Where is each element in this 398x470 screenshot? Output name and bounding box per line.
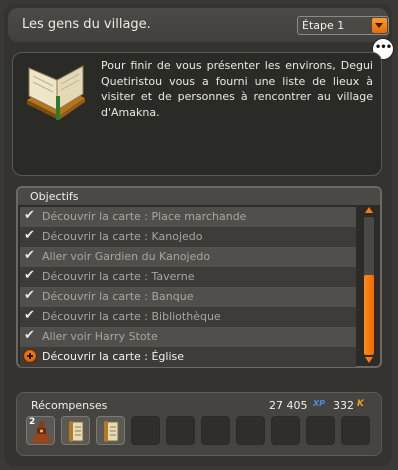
objective-text: Découvrir la carte : Bibliothèque bbox=[42, 310, 221, 323]
chevron-down-icon[interactable] bbox=[372, 18, 387, 33]
reward-slot[interactable] bbox=[61, 416, 90, 445]
quest-header: Les gens du village. Étape 1 bbox=[8, 8, 389, 42]
objective-text: Aller voir Harry Stote bbox=[42, 330, 158, 343]
objective-text: Découvrir la carte : Kanojedo bbox=[42, 230, 203, 243]
checkmark-icon: ✔ bbox=[24, 328, 35, 343]
empty-reward-slot bbox=[236, 416, 265, 445]
rewards-panel: Récompenses 27 405 XP 332 K 2 bbox=[16, 392, 382, 456]
quest-description-panel: Pour finir de vous présenter les environ… bbox=[12, 52, 382, 176]
scroll-item-icon bbox=[104, 421, 119, 442]
quest-title: Les gens du village. bbox=[22, 17, 151, 32]
empty-reward-slot bbox=[271, 416, 300, 445]
objectives-panel: Objectifs ✔ Découvrir la carte : Place m… bbox=[16, 186, 382, 368]
objective-text: Découvrir la carte : Taverne bbox=[42, 270, 195, 283]
objectives-label: Objectifs bbox=[30, 190, 79, 203]
step-dropdown-value: Étape 1 bbox=[302, 19, 345, 32]
empty-reward-slot bbox=[201, 416, 230, 445]
xp-value: 27 405 bbox=[269, 399, 308, 412]
empty-reward-slot bbox=[166, 416, 195, 445]
scroll-down-arrow-icon[interactable] bbox=[365, 357, 373, 363]
scrollbar-thumb[interactable] bbox=[364, 275, 374, 355]
scroll-up-arrow-icon[interactable] bbox=[365, 207, 373, 213]
empty-reward-slot bbox=[306, 416, 335, 445]
rewards-label: Récompenses bbox=[31, 399, 108, 412]
empty-reward-slot bbox=[131, 416, 160, 445]
objectives-scrollbar[interactable] bbox=[363, 207, 375, 363]
reward-slot[interactable]: 2 bbox=[26, 416, 55, 445]
objectives-list: ✔ Découvrir la carte : Place marchande ✔… bbox=[20, 207, 356, 367]
scroll-item-icon bbox=[69, 421, 84, 442]
checkmark-icon: ✔ bbox=[24, 228, 35, 243]
objective-row[interactable]: ✔ Découvrir la carte : Taverne bbox=[20, 267, 356, 287]
objective-row[interactable]: ✔ Aller voir Harry Stote bbox=[20, 327, 356, 347]
objective-text: Aller voir Gardien du Kanojedo bbox=[42, 250, 211, 263]
kamas-icon: K bbox=[357, 399, 364, 409]
step-dropdown[interactable]: Étape 1 bbox=[297, 16, 389, 35]
objective-text: Découvrir la carte : Banque bbox=[42, 290, 194, 303]
item-quantity: 2 bbox=[29, 417, 36, 427]
objective-row[interactable]: ✔ Découvrir la carte : Kanojedo bbox=[20, 227, 356, 247]
empty-reward-slot bbox=[341, 416, 370, 445]
checkmark-icon: ✔ bbox=[24, 208, 35, 223]
objective-text: Découvrir la carte : Église bbox=[42, 350, 185, 363]
checkmark-icon: ✔ bbox=[24, 288, 35, 303]
objective-row[interactable]: ✔ Découvrir la carte : Place marchande bbox=[20, 207, 356, 227]
kamas-value: 332 bbox=[333, 399, 354, 412]
xp-icon: XP bbox=[313, 399, 326, 408]
open-book-icon bbox=[27, 65, 85, 120]
objectives-header: Objectifs bbox=[18, 188, 380, 205]
objective-row[interactable]: ✔ Aller voir Gardien du Kanojedo bbox=[20, 247, 356, 267]
objective-row-active[interactable]: Découvrir la carte : Église bbox=[20, 347, 356, 367]
objective-text: Découvrir la carte : Place marchande bbox=[42, 210, 247, 223]
checkmark-icon: ✔ bbox=[24, 308, 35, 323]
plus-circle-icon[interactable] bbox=[23, 349, 37, 363]
checkmark-icon: ✔ bbox=[24, 268, 35, 283]
reward-slot[interactable] bbox=[96, 416, 125, 445]
objective-row[interactable]: ✔ Découvrir la carte : Bibliothèque bbox=[20, 307, 356, 327]
quest-description-text: Pour finir de vous présenter les environ… bbox=[101, 59, 373, 119]
objective-row[interactable]: ✔ Découvrir la carte : Banque bbox=[20, 287, 356, 307]
checkmark-icon: ✔ bbox=[24, 248, 35, 263]
